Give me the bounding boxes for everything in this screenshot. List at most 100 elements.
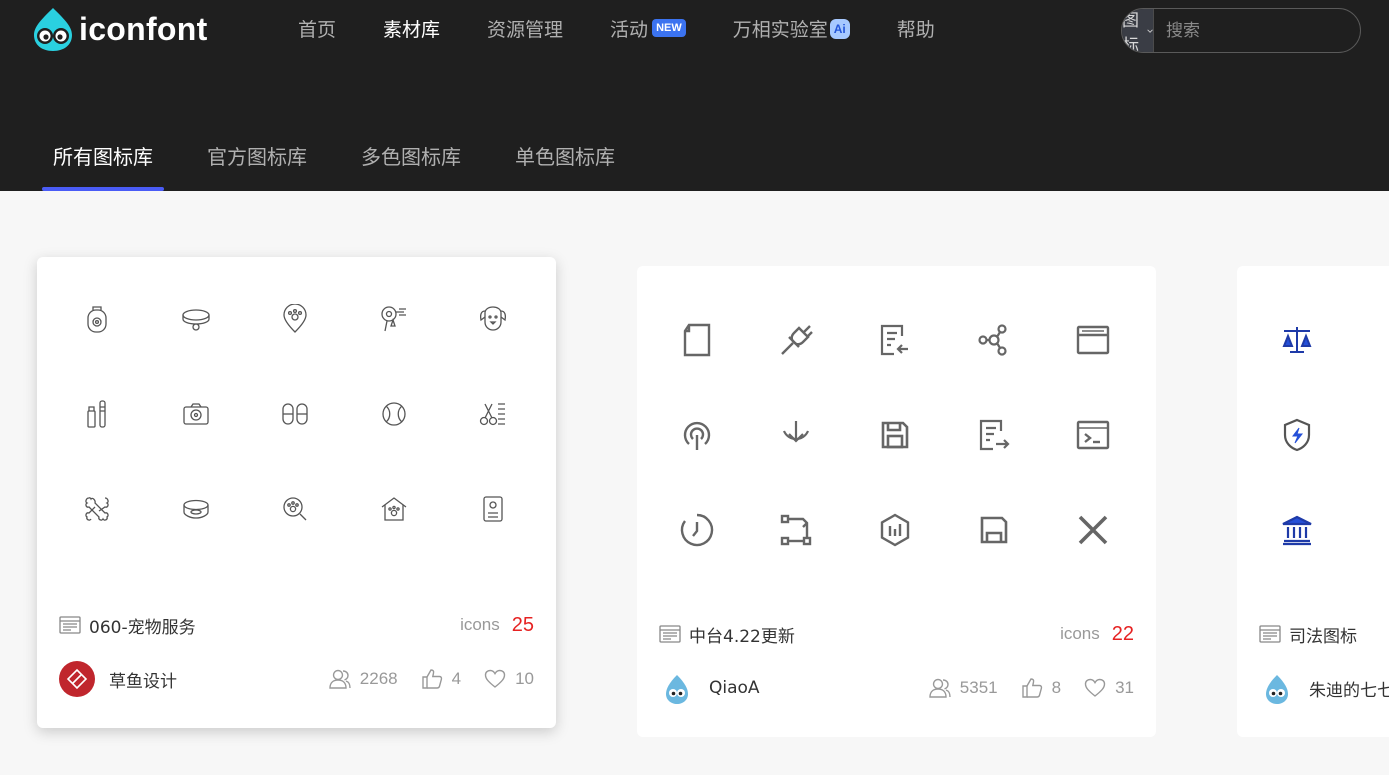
pet-carrier-icon[interactable]	[49, 273, 145, 365]
chevron-down-icon	[1147, 28, 1153, 33]
avatar-mascot-icon	[666, 675, 688, 704]
nav-label: 活动	[610, 19, 649, 41]
author-name[interactable]: QiaoA	[709, 678, 906, 698]
save-icon[interactable]	[847, 389, 943, 481]
library-icon	[59, 616, 81, 634]
author-name[interactable]: 朱迪的七七	[1309, 676, 1389, 701]
avatar-logo-icon	[66, 668, 88, 690]
avatar[interactable]	[659, 670, 695, 706]
nav-item-resources[interactable]: 资源管理	[487, 14, 563, 46]
broadcast-icon[interactable]	[649, 389, 745, 481]
card-title-row: 中台4.22更新 icons 22	[659, 622, 1134, 647]
card-title-row: 司法图标	[1259, 622, 1389, 647]
users-icon	[929, 678, 951, 698]
nav-label: 万相实验室	[732, 19, 828, 41]
library-icon	[1259, 625, 1281, 643]
tab-monochrome-libraries[interactable]: 单色图标库	[504, 131, 626, 191]
likes-count: 8	[1051, 678, 1062, 697]
search-type-select[interactable]: 图标	[1122, 9, 1154, 52]
court-building-icon[interactable]	[1249, 484, 1345, 576]
new-badge: NEW	[652, 19, 686, 37]
nav-label: 素材库	[383, 19, 441, 41]
shield-lightning-icon[interactable]	[1249, 389, 1345, 481]
icon-library-card[interactable]: 060-宠物服务 icons 25 草鱼设计 2268 4 10	[37, 257, 556, 728]
heart-icon	[1084, 678, 1106, 697]
nav-item-lab[interactable]: 万相实验室 Ai	[733, 14, 850, 46]
search-input[interactable]	[1154, 9, 1360, 52]
avatar[interactable]	[59, 661, 95, 697]
icons-label: icons	[1060, 624, 1100, 643]
nav-item-library[interactable]: 素材库	[383, 14, 440, 46]
pet-bowl-icon[interactable]	[148, 463, 244, 555]
library-title[interactable]: 中台4.22更新	[689, 622, 1060, 647]
logo-text: iconfont	[79, 10, 208, 47]
pet-ball-icon[interactable]	[346, 368, 442, 460]
views-count: 2268	[359, 669, 398, 688]
favorites-stat[interactable]: 31	[1083, 676, 1134, 700]
share-nodes-icon[interactable]	[946, 294, 1042, 386]
plug-icon[interactable]	[748, 294, 844, 386]
icons-count: 25	[511, 613, 534, 636]
hexagon-chart-icon[interactable]	[847, 484, 943, 576]
favorites-stat[interactable]: 10	[483, 667, 534, 691]
pet-camera-icon[interactable]	[148, 368, 244, 460]
views-stat: 2268	[328, 667, 398, 691]
file-icon[interactable]	[649, 294, 745, 386]
library-title[interactable]: 060-宠物服务	[89, 613, 460, 638]
icon-library-card[interactable]: 中台4.22更新 icons 22 QiaoA 5351 8 31	[637, 266, 1156, 737]
close-icon[interactable]	[1045, 484, 1141, 576]
nav-item-home[interactable]: 首页	[298, 14, 336, 46]
pet-toothbrush-icon[interactable]	[49, 368, 145, 460]
thumbs-up-icon	[421, 669, 442, 689]
icon-library-card[interactable]: 司法图标 朱迪的七七	[1237, 266, 1389, 737]
pet-search-icon[interactable]	[247, 463, 343, 555]
nav-item-help[interactable]: 帮助	[897, 14, 935, 46]
clock-icon[interactable]	[649, 484, 745, 576]
likes-stat[interactable]: 4	[420, 667, 461, 691]
floppy-icon[interactable]	[946, 484, 1042, 576]
thumbs-up-icon	[1021, 678, 1042, 698]
favorites-count: 10	[515, 669, 534, 688]
document-import-icon[interactable]	[847, 294, 943, 386]
search-type-label: 图标	[1122, 10, 1139, 53]
terminal-icon[interactable]	[1045, 389, 1141, 481]
likes-count: 4	[451, 669, 462, 688]
logo-mark-icon	[34, 8, 72, 51]
library-title[interactable]: 司法图标	[1289, 622, 1389, 647]
download-icon[interactable]	[748, 389, 844, 481]
pet-collar-icon[interactable]	[148, 273, 244, 365]
pet-dryer-icon[interactable]	[346, 273, 442, 365]
tab-all-libraries[interactable]: 所有图标库	[42, 131, 164, 191]
views-stat: 5351	[928, 676, 998, 700]
card-author-row: QiaoA 5351 8 31	[659, 670, 1134, 706]
pet-id-card-icon[interactable]	[445, 463, 541, 555]
library-tabs: 所有图标库 官方图标库 多色图标库 单色图标库	[42, 131, 658, 191]
views-count: 5351	[959, 678, 998, 697]
card-title-row: 060-宠物服务 icons 25	[59, 613, 534, 638]
pet-location-icon[interactable]	[247, 273, 343, 365]
flow-nodes-icon[interactable]	[748, 484, 844, 576]
author-name[interactable]: 草鱼设计	[109, 667, 306, 692]
dog-bone-icon[interactable]	[49, 463, 145, 555]
icons-count: 22	[1111, 622, 1134, 645]
dog-face-icon[interactable]	[445, 273, 541, 365]
tab-official-libraries[interactable]: 官方图标库	[196, 131, 318, 191]
pet-pills-icon[interactable]	[247, 368, 343, 460]
iconfont-logo[interactable]: iconfont	[30, 6, 208, 52]
scales-icon[interactable]	[1249, 294, 1345, 386]
favorites-count: 31	[1115, 678, 1134, 697]
library-icon	[659, 625, 681, 643]
search-bar: 图标	[1121, 8, 1361, 53]
tab-multicolor-libraries[interactable]: 多色图标库	[350, 131, 472, 191]
top-navigation-bar: iconfont 首页 素材库 资源管理 活动 NEW 万相实验室 Ai 帮助 图标…	[0, 0, 1389, 191]
likes-stat[interactable]: 8	[1020, 676, 1061, 700]
avatar[interactable]	[1259, 670, 1295, 706]
users-icon	[329, 669, 351, 689]
nav-item-activity[interactable]: 活动 NEW	[610, 14, 686, 46]
document-export-icon[interactable]	[946, 389, 1042, 481]
nav-label: 资源管理	[487, 19, 564, 41]
ai-badge: Ai	[829, 19, 850, 39]
browser-window-icon[interactable]	[1045, 294, 1141, 386]
pet-scissors-icon[interactable]	[445, 368, 541, 460]
pet-house-icon[interactable]	[346, 463, 442, 555]
